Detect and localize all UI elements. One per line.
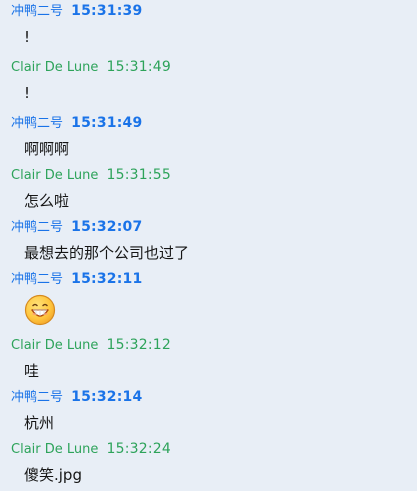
message-header: Clair De Lune 15:31:49 xyxy=(0,57,417,77)
message-1: 冲鸭二号 15:31:39 ! xyxy=(0,1,417,53)
grinning-face-icon xyxy=(24,294,56,326)
message-text: 哇 xyxy=(24,362,40,380)
message-8: 冲鸭二号 15:32:14 杭州 xyxy=(0,387,417,439)
message-time: 15:31:55 xyxy=(106,167,172,183)
sender-name: Clair De Lune xyxy=(11,442,99,457)
message-header: 冲鸭二号 15:32:11 xyxy=(0,269,417,289)
message-time: 15:31:49 xyxy=(71,115,143,131)
message-header: Clair De Lune 15:32:12 xyxy=(0,335,417,355)
message-time: 15:32:12 xyxy=(106,337,172,353)
sender-name: 冲鸭二号 xyxy=(11,4,64,19)
message-time: 15:31:49 xyxy=(106,59,172,75)
message-header: 冲鸭二号 15:31:39 xyxy=(0,1,417,21)
message-emoji xyxy=(0,289,417,331)
message-header: 冲鸭二号 15:31:49 xyxy=(0,113,417,133)
message-5: 冲鸭二号 15:32:07 最想去的那个公司也过了 xyxy=(0,217,417,269)
message-text: 杭州 xyxy=(24,414,55,432)
message-time: 15:32:14 xyxy=(71,389,143,405)
message-text: 最想去的那个公司也过了 xyxy=(24,244,190,262)
message-header: Clair De Lune 15:32:24 xyxy=(0,439,417,459)
message-time: 15:32:11 xyxy=(71,271,143,287)
message-text: 啊啊啊 xyxy=(24,140,70,158)
sender-name: 冲鸭二号 xyxy=(11,272,64,287)
message-text: ! xyxy=(24,28,31,46)
message-4: Clair De Lune 15:31:55 怎么啦 xyxy=(0,165,417,217)
message-6: 冲鸭二号 15:32:11 xyxy=(0,269,417,331)
message-3: 冲鸭二号 15:31:49 啊啊啊 xyxy=(0,113,417,165)
sender-name: 冲鸭二号 xyxy=(11,390,64,405)
message-2: Clair De Lune 15:31:49 ! xyxy=(0,57,417,109)
message-text: 怎么啦 xyxy=(24,192,70,210)
message-time: 15:32:24 xyxy=(106,441,172,457)
message-header: 冲鸭二号 15:32:07 xyxy=(0,217,417,237)
sender-name: Clair De Lune xyxy=(11,60,99,75)
message-time: 15:32:07 xyxy=(71,219,143,235)
sender-name: Clair De Lune xyxy=(11,168,99,183)
message-text: ! xyxy=(24,84,31,102)
sender-name: 冲鸭二号 xyxy=(11,116,64,131)
message-text: 傻笑.jpg xyxy=(24,466,82,484)
sender-name: 冲鸭二号 xyxy=(11,220,64,235)
message-time: 15:31:39 xyxy=(71,3,143,19)
chat-history: 冲鸭二号 15:31:39 ! Clair De Lune 15:31:49 !… xyxy=(0,0,417,484)
sender-name: Clair De Lune xyxy=(11,338,99,353)
message-header: Clair De Lune 15:31:55 xyxy=(0,165,417,185)
message-9: Clair De Lune 15:32:24 傻笑.jpg xyxy=(0,439,417,491)
message-header: 冲鸭二号 15:32:14 xyxy=(0,387,417,407)
message-7: Clair De Lune 15:32:12 哇 xyxy=(0,335,417,387)
